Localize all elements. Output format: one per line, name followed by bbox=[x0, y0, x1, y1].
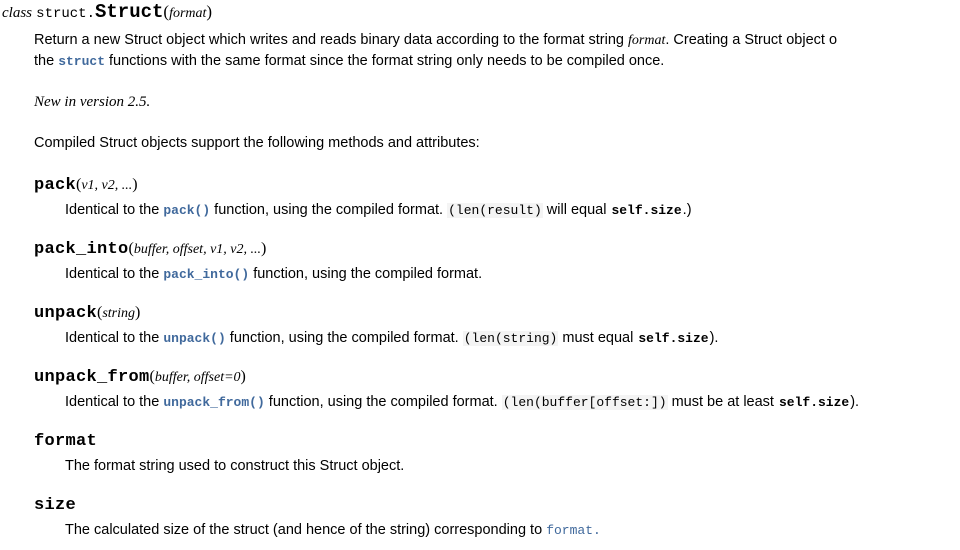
documentation-page: class struct.Struct(format) Return a new… bbox=[0, 0, 960, 550]
method-name-unpack-from: unpack_from bbox=[34, 368, 150, 387]
attribute-description-format: The format string used to construct this… bbox=[34, 453, 960, 477]
method-description-unpack: Identical to the unpack() function, usin… bbox=[34, 325, 960, 349]
method-close-paren-unpack: ) bbox=[135, 304, 141, 321]
intro-line2-text-2: functions with the same format since the… bbox=[105, 53, 665, 69]
unpack-from-desc-text-1: Identical to the bbox=[65, 394, 164, 410]
version-added-note: New in version 2.5. bbox=[34, 94, 151, 110]
method-description-pack-into: Identical to the pack_into() function, u… bbox=[34, 261, 960, 285]
pack-code-len-result: (len(result) bbox=[447, 203, 543, 218]
intro-text-2: . Creating a Struct object o bbox=[665, 32, 838, 48]
unpack-function-link[interactable]: unpack() bbox=[163, 331, 225, 346]
method-name-unpack: unpack bbox=[34, 304, 98, 323]
method-description-pack: Identical to the pack() function, using … bbox=[34, 197, 960, 221]
unpack-from-code-len-buffer: (len(buffer[offset:]) bbox=[501, 395, 668, 410]
pack-into-function-link[interactable]: pack_into() bbox=[163, 267, 249, 282]
unpack-desc-text-2: function, using the compiled format. bbox=[225, 330, 463, 346]
unpack-from-desc-text-4: ). bbox=[850, 394, 860, 410]
signature-close-paren: ) bbox=[206, 2, 213, 21]
attribute-signature-size: size bbox=[34, 477, 960, 517]
unpack-from-desc-text-2: function, using the compiled format. bbox=[264, 394, 502, 410]
pack-function-link[interactable]: pack() bbox=[163, 203, 210, 218]
class-description-block: Return a new Struct object which writes … bbox=[0, 25, 960, 541]
attribute-description-size: The calculated size of the struct (and h… bbox=[34, 517, 960, 541]
attribute-signature-format: format bbox=[34, 413, 960, 453]
intro-param-format: format bbox=[628, 33, 666, 48]
struct-module-link[interactable]: struct bbox=[58, 54, 105, 69]
attribute-name-size: size bbox=[34, 496, 77, 515]
method-signature-pack-into: pack_into(buffer, offset, v1, v2, ...) bbox=[34, 221, 960, 261]
method-description-unpack-from: Identical to the unpack_from() function,… bbox=[34, 389, 960, 413]
method-params-pack: v1, v2, ... bbox=[81, 178, 133, 193]
method-signature-pack: pack(v1, v2, ...) bbox=[34, 154, 960, 197]
pack-desc-text-3: will equal bbox=[542, 202, 611, 218]
class-name: Struct bbox=[94, 1, 164, 23]
class-keyword: class bbox=[2, 5, 32, 21]
unpack-from-function-link[interactable]: unpack_from() bbox=[163, 395, 264, 410]
pack-desc-text-4: .) bbox=[682, 202, 692, 218]
pack-into-desc-text-2: function, using the compiled format. bbox=[249, 266, 483, 282]
method-params-unpack-from: buffer, offset=0 bbox=[154, 370, 241, 385]
method-close-paren-pack-into: ) bbox=[261, 240, 267, 257]
pack-code-self-size: self.size bbox=[611, 203, 682, 218]
unpack-code-len-string: (len(string) bbox=[462, 331, 559, 346]
method-close-paren-unpack-from: ) bbox=[240, 368, 246, 385]
intro-text-1: Return a new Struct object which writes … bbox=[34, 32, 628, 48]
method-name-pack-into: pack_into bbox=[34, 240, 129, 259]
class-signature: class struct.Struct(format) bbox=[0, 0, 960, 25]
signature-param-format: format bbox=[169, 6, 207, 21]
pack-desc-text-1: Identical to the bbox=[65, 202, 164, 218]
unpack-from-desc-text-3: must be at least bbox=[667, 394, 778, 410]
method-params-unpack: string bbox=[102, 306, 136, 321]
intro-paragraph-line2: the struct functions with the same forma… bbox=[34, 51, 960, 72]
attribute-name-format: format bbox=[34, 432, 98, 451]
method-signature-unpack: unpack(string) bbox=[34, 285, 960, 325]
pack-into-desc-text-1: Identical to the bbox=[65, 266, 164, 282]
unpack-desc-text-4: ). bbox=[709, 330, 719, 346]
compiled-objects-note: Compiled Struct objects support the foll… bbox=[34, 135, 480, 151]
module-prefix: struct. bbox=[36, 6, 95, 22]
unpack-desc-text-3: must equal bbox=[558, 330, 638, 346]
size-desc-text-1: The calculated size of the struct (and h… bbox=[65, 522, 547, 538]
format-desc-text-1: The format string used to construct this… bbox=[65, 458, 405, 474]
unpack-code-self-size: self.size bbox=[638, 331, 709, 346]
method-close-paren-pack: ) bbox=[132, 176, 138, 193]
unpack-desc-text-1: Identical to the bbox=[65, 330, 164, 346]
intro-paragraph-line1: Return a new Struct object which writes … bbox=[34, 25, 960, 51]
method-signature-unpack-from: unpack_from(buffer, offset=0) bbox=[34, 349, 960, 389]
pack-desc-text-2: function, using the compiled format. bbox=[210, 202, 448, 218]
unpack-from-code-self-size: self.size bbox=[778, 395, 850, 410]
intro-line2-text-1: the bbox=[34, 53, 59, 69]
method-params-pack-into: buffer, offset, v1, v2, ... bbox=[133, 242, 261, 257]
method-definition-list: pack(v1, v2, ...) Identical to the pack(… bbox=[34, 154, 960, 541]
format-attribute-link[interactable]: format. bbox=[546, 523, 601, 538]
method-name-pack: pack bbox=[34, 176, 77, 195]
